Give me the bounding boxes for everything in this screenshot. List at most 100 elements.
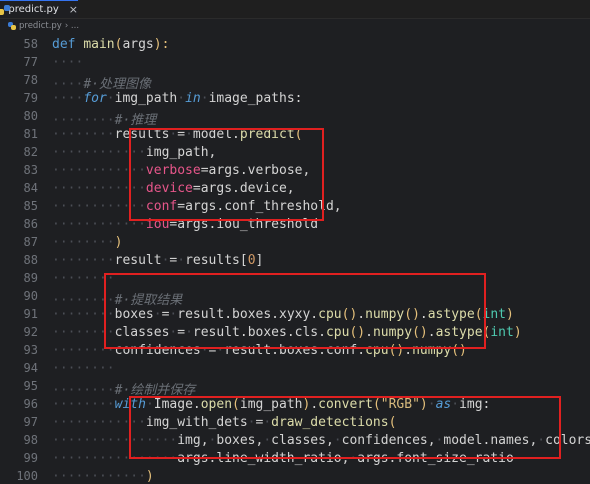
code-token: · bbox=[177, 253, 185, 268]
code-token: ] bbox=[256, 253, 264, 268]
code-line[interactable]: ········confidences·=·result.boxes.conf.… bbox=[52, 343, 467, 358]
code-token: results bbox=[115, 127, 170, 142]
code-token: draw_detections bbox=[271, 415, 388, 430]
code-token: = bbox=[177, 325, 185, 340]
code-token: = bbox=[201, 163, 209, 178]
code-token: · bbox=[154, 307, 162, 322]
code-line[interactable]: ········with·Image.open(img_path).conver… bbox=[52, 397, 490, 412]
close-icon[interactable]: × bbox=[69, 3, 78, 16]
code-line[interactable]: ····#·处理图像 bbox=[52, 73, 151, 92]
code-token: · bbox=[263, 433, 271, 448]
code-token: ············ bbox=[52, 181, 146, 196]
code-line[interactable]: ············iou=args.iou_threshold bbox=[52, 217, 318, 232]
code-token: . bbox=[310, 397, 318, 412]
breadcrumb-separator[interactable]: › ... bbox=[65, 21, 79, 31]
code-token: result.boxes.conf. bbox=[224, 343, 365, 358]
line-number: 91 bbox=[0, 307, 38, 321]
code-line[interactable]: ············verbose=args.verbose, bbox=[52, 163, 310, 178]
code-token: . bbox=[357, 307, 365, 322]
code-token: ) bbox=[420, 397, 428, 412]
code-line[interactable]: ···· bbox=[52, 55, 83, 70]
code-token: img_path, bbox=[146, 145, 216, 160]
code-line[interactable]: ············img_with_dets·=·draw_detecti… bbox=[52, 415, 396, 430]
code-token: · bbox=[201, 91, 209, 106]
tab-predict-py[interactable]: predict.py × bbox=[0, 0, 78, 18]
code-token: · bbox=[537, 433, 545, 448]
code-token: numpy bbox=[365, 307, 404, 322]
code-line[interactable]: ········) bbox=[52, 235, 122, 250]
code-line[interactable]: ········ bbox=[52, 361, 115, 376]
code-line[interactable]: ········#·提取结果 bbox=[52, 289, 182, 308]
code-token: ········ bbox=[52, 325, 115, 340]
code-token: #·绘制并保存 bbox=[115, 383, 196, 398]
code-line[interactable]: ········result·=·results[0] bbox=[52, 253, 263, 268]
code-token: cpu bbox=[365, 343, 388, 358]
code-line[interactable]: def main(args): bbox=[52, 37, 169, 52]
line-number: 99 bbox=[0, 451, 38, 465]
code-token: () bbox=[404, 307, 420, 322]
breadcrumb-file[interactable]: predict.py bbox=[19, 21, 62, 31]
code-token: · bbox=[428, 397, 436, 412]
code-token: ········ bbox=[52, 235, 115, 250]
code-token: conf bbox=[146, 199, 177, 214]
code-line[interactable]: ················img,·boxes,·classes,·con… bbox=[52, 433, 590, 448]
code-token: result.boxes.xyxy. bbox=[177, 307, 318, 322]
code-token: predict bbox=[240, 127, 295, 142]
line-number: 85 bbox=[0, 199, 38, 213]
code-token: . bbox=[404, 343, 412, 358]
code-line[interactable]: ············conf=args.conf_threshold, bbox=[52, 199, 342, 214]
line-number: 92 bbox=[0, 325, 38, 339]
code-line[interactable]: ········classes·=·result.boxes.cls.cpu()… bbox=[52, 325, 522, 340]
code-token: numpy bbox=[373, 325, 412, 340]
code-token: ············ bbox=[52, 163, 146, 178]
code-token: · bbox=[185, 325, 193, 340]
code-token: ············ bbox=[52, 415, 146, 430]
code-token: · bbox=[177, 91, 185, 106]
code-token: . bbox=[365, 325, 373, 340]
code-token: numpy bbox=[412, 343, 451, 358]
line-number: 78 bbox=[0, 73, 38, 87]
code-token: astype bbox=[436, 325, 483, 340]
line-number: 87 bbox=[0, 235, 38, 249]
code-token: ········ bbox=[52, 271, 115, 286]
code-line[interactable]: ········boxes·=·result.boxes.xyxy.cpu().… bbox=[52, 307, 514, 322]
code-token: confidences bbox=[115, 343, 201, 358]
code-token: int bbox=[490, 325, 513, 340]
code-token: open bbox=[201, 397, 232, 412]
line-number: 98 bbox=[0, 433, 38, 447]
code-line[interactable]: ········#·绘制并保存 bbox=[52, 379, 195, 398]
code-token: ) bbox=[506, 307, 514, 322]
code-token: #·提取结果 bbox=[115, 293, 183, 308]
code-token: confidences, bbox=[342, 433, 436, 448]
code-token: iou bbox=[146, 217, 169, 232]
code-line[interactable]: ············) bbox=[52, 469, 154, 484]
code-line[interactable]: ············img_path, bbox=[52, 145, 216, 160]
code-token: colors, bbox=[545, 433, 590, 448]
code-token: astype bbox=[428, 307, 475, 322]
code-token: args.verbose, bbox=[209, 163, 311, 178]
code-token: ) bbox=[146, 469, 154, 484]
code-line[interactable]: ········results·=·model.predict( bbox=[52, 127, 303, 142]
line-number: 97 bbox=[0, 415, 38, 429]
code-line[interactable]: ············device=args.device, bbox=[52, 181, 295, 196]
code-line[interactable]: ········#·推理 bbox=[52, 109, 156, 128]
code-token: classes, bbox=[271, 433, 334, 448]
code-token: · bbox=[451, 397, 459, 412]
code-token: ···· bbox=[52, 55, 83, 70]
code-token: . bbox=[428, 325, 436, 340]
code-token: ········ bbox=[52, 127, 115, 142]
code-editor[interactable]: 58def main(args):77····78····#·处理图像79···… bbox=[0, 33, 590, 459]
code-token: cpu bbox=[326, 325, 349, 340]
code-token: ············ bbox=[52, 199, 146, 214]
code-token: () bbox=[412, 325, 428, 340]
code-line[interactable]: ····for·img_path·in·image_paths: bbox=[52, 91, 302, 106]
code-token: ( bbox=[373, 397, 381, 412]
code-line[interactable]: ········ bbox=[52, 271, 115, 286]
line-number: 77 bbox=[0, 55, 38, 69]
code-token: ) bbox=[115, 235, 123, 250]
code-token: ···· bbox=[52, 77, 83, 92]
code-token: ( bbox=[232, 397, 240, 412]
code-token: results[ bbox=[185, 253, 248, 268]
code-token: ········ bbox=[52, 307, 115, 322]
code-token: ············ bbox=[52, 217, 146, 232]
